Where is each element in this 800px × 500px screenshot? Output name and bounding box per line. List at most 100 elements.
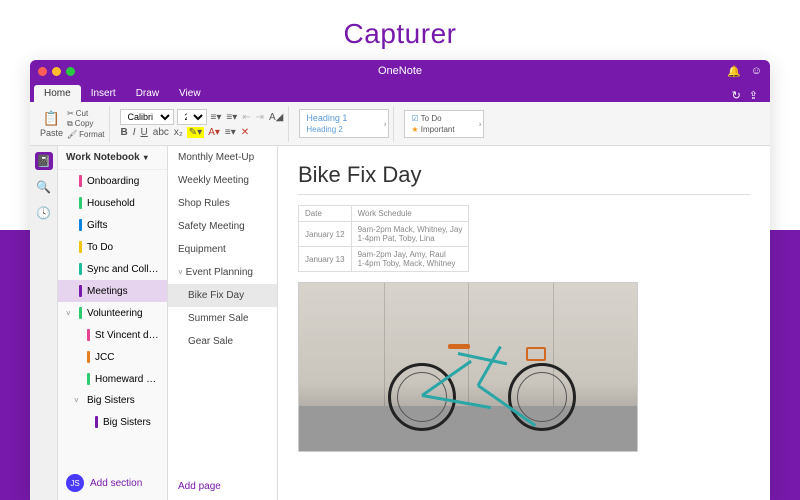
- section-color-indicator: [79, 285, 82, 297]
- table-row[interactable]: January 12 9am-2pm Mack, Whitney, Jay 1-…: [299, 222, 469, 247]
- strike-button[interactable]: abc: [152, 127, 170, 138]
- page-canvas[interactable]: Bike Fix Day Date Work Schedule January …: [278, 146, 770, 500]
- section-item[interactable]: Homeward B...: [58, 368, 167, 390]
- schedule-table[interactable]: Date Work Schedule January 12 9am-2pm Ma…: [298, 205, 469, 272]
- nav-rail: 📓 🔍 🕓: [30, 146, 58, 500]
- section-label: St Vincent de...: [95, 330, 161, 341]
- section-color-indicator: [95, 416, 98, 428]
- page-item[interactable]: Weekly Meeting: [168, 169, 277, 192]
- italic-button[interactable]: I: [132, 127, 137, 138]
- section-label: Volunteering: [87, 308, 143, 319]
- section-item[interactable]: Onboarding: [58, 170, 167, 192]
- user-avatar[interactable]: JS: [66, 474, 84, 492]
- section-item[interactable]: Big Sisters: [58, 411, 167, 433]
- cut-button[interactable]: ✂Cut: [67, 109, 105, 118]
- page-item[interactable]: Safety Meeting: [168, 215, 277, 238]
- bullet-list-button[interactable]: ≡▾: [210, 112, 223, 123]
- copy-icon: ⧉: [67, 119, 73, 129]
- section-item[interactable]: Meetings: [58, 280, 167, 302]
- align-button[interactable]: ≡▾: [224, 127, 237, 138]
- table-header-sched: Work Schedule: [351, 206, 469, 222]
- section-item[interactable]: Sync and Colla...: [58, 258, 167, 280]
- page-label: Gear Sale: [188, 336, 233, 347]
- account-icon[interactable]: ☺: [751, 65, 762, 78]
- delete-button[interactable]: ✕: [240, 127, 250, 138]
- font-family-select[interactable]: Calibri: [120, 109, 174, 125]
- clipboard-icon: 📋: [43, 110, 60, 127]
- window-controls: [38, 67, 75, 76]
- pages-list: Monthly Meet-UpWeekly Meeting Shop Rules S…: [168, 146, 277, 353]
- section-color-indicator: [79, 263, 82, 275]
- recent-icon[interactable]: 🕓: [35, 204, 53, 222]
- section-color-indicator: [87, 329, 90, 341]
- section-label: Sync and Colla...: [87, 264, 161, 275]
- scissors-icon: ✂: [67, 109, 74, 118]
- underline-button[interactable]: U: [140, 127, 149, 138]
- section-color-indicator: [79, 175, 82, 187]
- highlight-button[interactable]: ✎▾: [187, 127, 204, 138]
- section-item[interactable]: Household: [58, 192, 167, 214]
- page-item[interactable]: Shop Rules: [168, 192, 277, 215]
- format-painter-button[interactable]: 🖌Format: [67, 130, 105, 139]
- table-row[interactable]: January 13 9am-2pm Jay, Amy, Raul 1-4pm …: [299, 247, 469, 272]
- section-color-indicator: [87, 373, 90, 385]
- numbered-list-button[interactable]: ≡▾: [225, 112, 238, 123]
- notebook-selector[interactable]: Work Notebook▾: [58, 146, 167, 170]
- copy-button[interactable]: ⧉Copy: [67, 119, 105, 129]
- page-label: Equipment: [178, 244, 226, 255]
- notebooks-icon[interactable]: 📓: [35, 152, 53, 170]
- bold-button[interactable]: B: [120, 127, 129, 138]
- sync-icon[interactable]: ↻: [732, 89, 741, 102]
- embedded-image[interactable]: [298, 282, 638, 452]
- page-label: Bike Fix Day: [188, 290, 244, 301]
- section-color-indicator: [79, 241, 82, 253]
- chevron-down-icon: ˅: [74, 396, 82, 405]
- window-title: OneNote: [378, 65, 422, 77]
- indent-button[interactable]: ⇥: [255, 112, 265, 123]
- page-label: Safety Meeting: [178, 221, 245, 232]
- subscript-button[interactable]: x₂: [173, 127, 184, 138]
- page-item[interactable]: Bike Fix Day: [168, 284, 277, 307]
- clear-format-button[interactable]: A◢: [268, 112, 284, 123]
- chevron-down-icon: ˅: [178, 268, 183, 277]
- page-item[interactable]: Equipment: [168, 238, 277, 261]
- section-label: To Do: [87, 242, 113, 253]
- section-label: Gifts: [87, 220, 108, 231]
- section-label: Big Sisters: [103, 417, 151, 428]
- minimize-window-button[interactable]: [52, 67, 61, 76]
- add-section-button[interactable]: Add section: [90, 478, 142, 489]
- page-item[interactable]: ˅Event Planning: [168, 261, 277, 284]
- page-title[interactable]: Bike Fix Day: [298, 162, 750, 195]
- section-color-indicator: [79, 197, 82, 209]
- tab-view[interactable]: View: [169, 85, 211, 102]
- share-icon[interactable]: ⇪: [749, 89, 758, 102]
- notifications-icon[interactable]: 🔔: [727, 65, 741, 78]
- page-item[interactable]: Monthly Meet-Up: [168, 146, 277, 169]
- section-item[interactable]: ˅Volunteering: [58, 302, 167, 324]
- close-window-button[interactable]: [38, 67, 47, 76]
- page-item[interactable]: Summer Sale: [168, 307, 277, 330]
- table-header-date: Date: [299, 206, 352, 222]
- maximize-window-button[interactable]: [66, 67, 75, 76]
- tags-gallery[interactable]: ☑ To Do ★ Important ›: [404, 110, 484, 138]
- section-item[interactable]: St Vincent de...: [58, 324, 167, 346]
- workspace: 📓 🔍 🕓 Work Notebook▾ OnboardingHousehold…: [30, 146, 770, 500]
- page-label: Shop Rules: [178, 198, 230, 209]
- font-color-button[interactable]: A▾: [207, 127, 221, 138]
- page-item[interactable]: Gear Sale: [168, 330, 277, 353]
- titlebar: OneNote 🔔 ☺: [30, 60, 770, 82]
- add-page-button[interactable]: Add page: [168, 473, 277, 500]
- font-size-select[interactable]: 20: [177, 109, 207, 125]
- tab-draw[interactable]: Draw: [126, 85, 169, 102]
- chevron-right-icon: ›: [479, 119, 482, 128]
- outdent-button[interactable]: ⇤: [241, 112, 251, 123]
- section-item[interactable]: JCC: [58, 346, 167, 368]
- search-icon[interactable]: 🔍: [35, 178, 53, 196]
- section-item[interactable]: ˅Big Sisters: [58, 390, 167, 411]
- styles-gallery[interactable]: Heading 1 Heading 2 ›: [299, 109, 389, 138]
- tab-insert[interactable]: Insert: [81, 85, 126, 102]
- paste-button[interactable]: 📋 Paste: [40, 110, 63, 138]
- tab-home[interactable]: Home: [34, 85, 81, 102]
- section-item[interactable]: To Do: [58, 236, 167, 258]
- section-item[interactable]: Gifts: [58, 214, 167, 236]
